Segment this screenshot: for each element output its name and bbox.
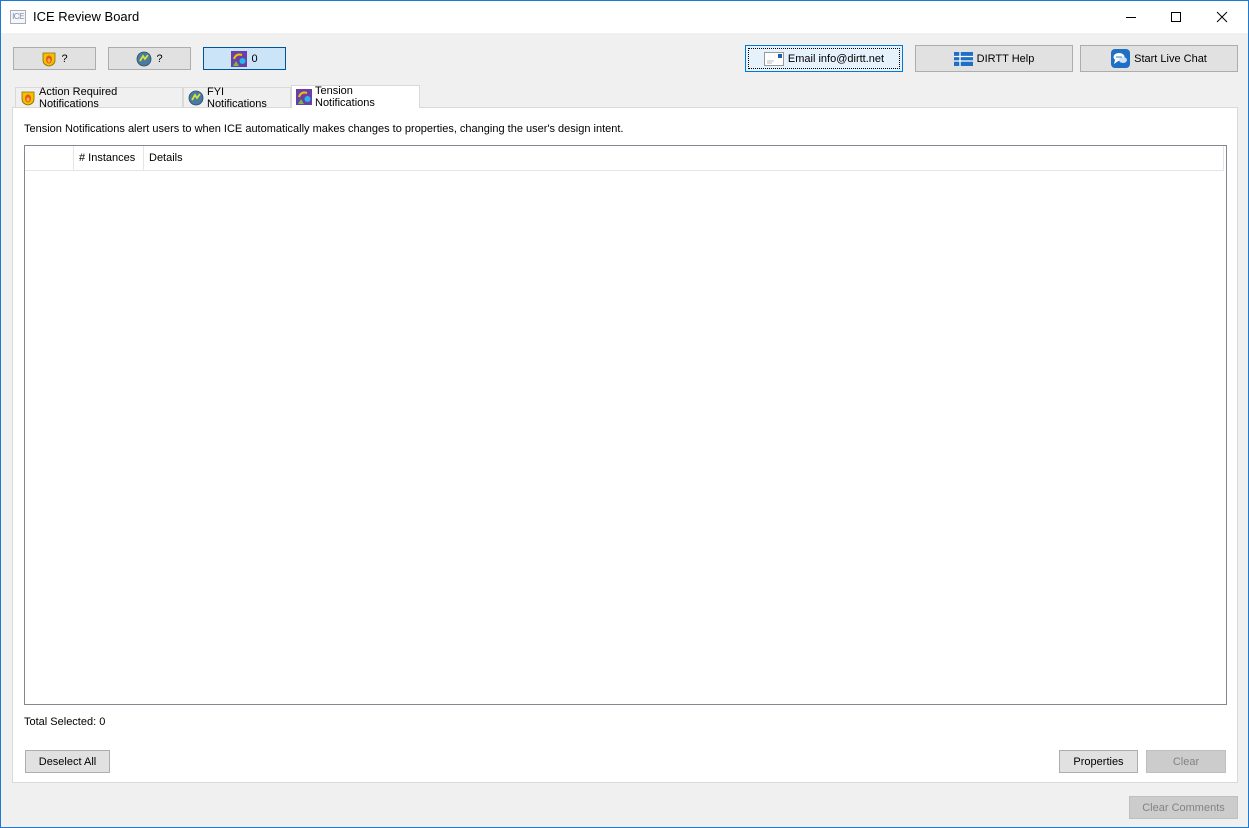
close-button[interactable] — [1199, 1, 1245, 33]
minimize-icon — [1126, 17, 1136, 18]
email-button[interactable]: Email info@dirtt.net — [745, 45, 903, 72]
column-header-select[interactable] — [25, 146, 74, 171]
dirtt-help-label: DIRTT Help — [976, 52, 1035, 65]
clear-comments-button[interactable]: Clear Comments — [1129, 796, 1238, 819]
dirtt-help-button[interactable]: DIRTT Help — [915, 45, 1073, 72]
fyi-globe-icon — [136, 51, 152, 67]
action-required-filter-button[interactable]: ? — [13, 47, 96, 70]
live-chat-label: Start Live Chat — [1134, 52, 1207, 65]
shield-flame-icon — [41, 51, 57, 67]
tension-panel: Tension Notifications alert users to whe… — [12, 107, 1238, 783]
shield-flame-icon — [20, 90, 36, 106]
deselect-all-button[interactable]: Deselect All — [25, 750, 110, 773]
table-header: # Instances Details — [25, 146, 1224, 171]
help-table-icon — [953, 51, 973, 67]
column-header-instances[interactable]: # Instances — [74, 146, 144, 171]
maximize-button[interactable] — [1153, 1, 1199, 33]
email-icon — [763, 51, 784, 67]
fyi-filter-button[interactable]: ? — [108, 47, 191, 70]
live-chat-button[interactable]: Start Live Chat — [1080, 45, 1238, 72]
email-label: Email info@dirtt.net — [787, 52, 885, 65]
notifications-table[interactable]: # Instances Details — [24, 145, 1227, 705]
tension-count: 0 — [251, 52, 258, 65]
tab-tension-label: Tension Notifications — [315, 85, 375, 109]
tab-action-required[interactable]: Action Required Notifications — [15, 86, 183, 110]
title-bar: ICE ICE Review Board — [1, 1, 1248, 33]
tab-fyi[interactable]: FYI Notifications — [183, 86, 291, 110]
maximize-icon — [1171, 12, 1181, 22]
tension-shapes-icon — [231, 50, 248, 67]
column-header-details[interactable]: Details — [144, 146, 1224, 171]
tension-shapes-icon — [296, 89, 312, 105]
action-required-count: ? — [61, 52, 68, 65]
fyi-globe-icon — [188, 90, 204, 106]
app-icon: ICE — [10, 10, 26, 24]
panel-description: Tension Notifications alert users to whe… — [24, 123, 624, 135]
chat-bubble-icon — [1111, 49, 1131, 68]
total-selected: Total Selected: 0 — [24, 716, 106, 728]
fyi-count: ? — [156, 52, 163, 65]
tension-filter-button[interactable]: 0 — [203, 47, 286, 70]
close-icon — [1216, 11, 1228, 23]
tab-tension[interactable]: Tension Notifications — [291, 85, 420, 109]
window-title: ICE Review Board — [33, 9, 140, 24]
minimize-button[interactable] — [1108, 1, 1154, 33]
properties-button[interactable]: Properties — [1059, 750, 1138, 773]
clear-button[interactable]: Clear — [1146, 750, 1226, 773]
